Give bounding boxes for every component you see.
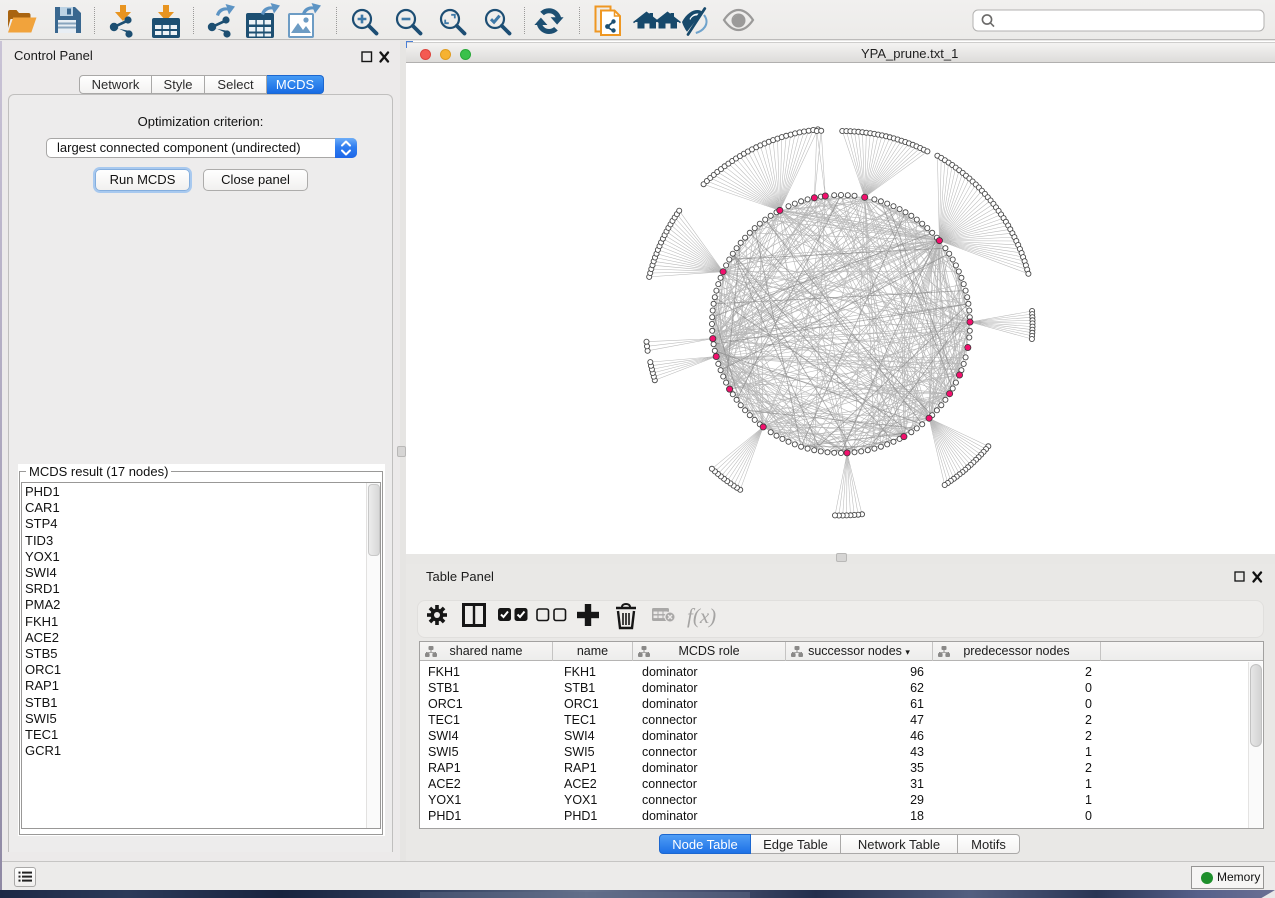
svg-text:f(x): f(x) xyxy=(687,604,716,628)
